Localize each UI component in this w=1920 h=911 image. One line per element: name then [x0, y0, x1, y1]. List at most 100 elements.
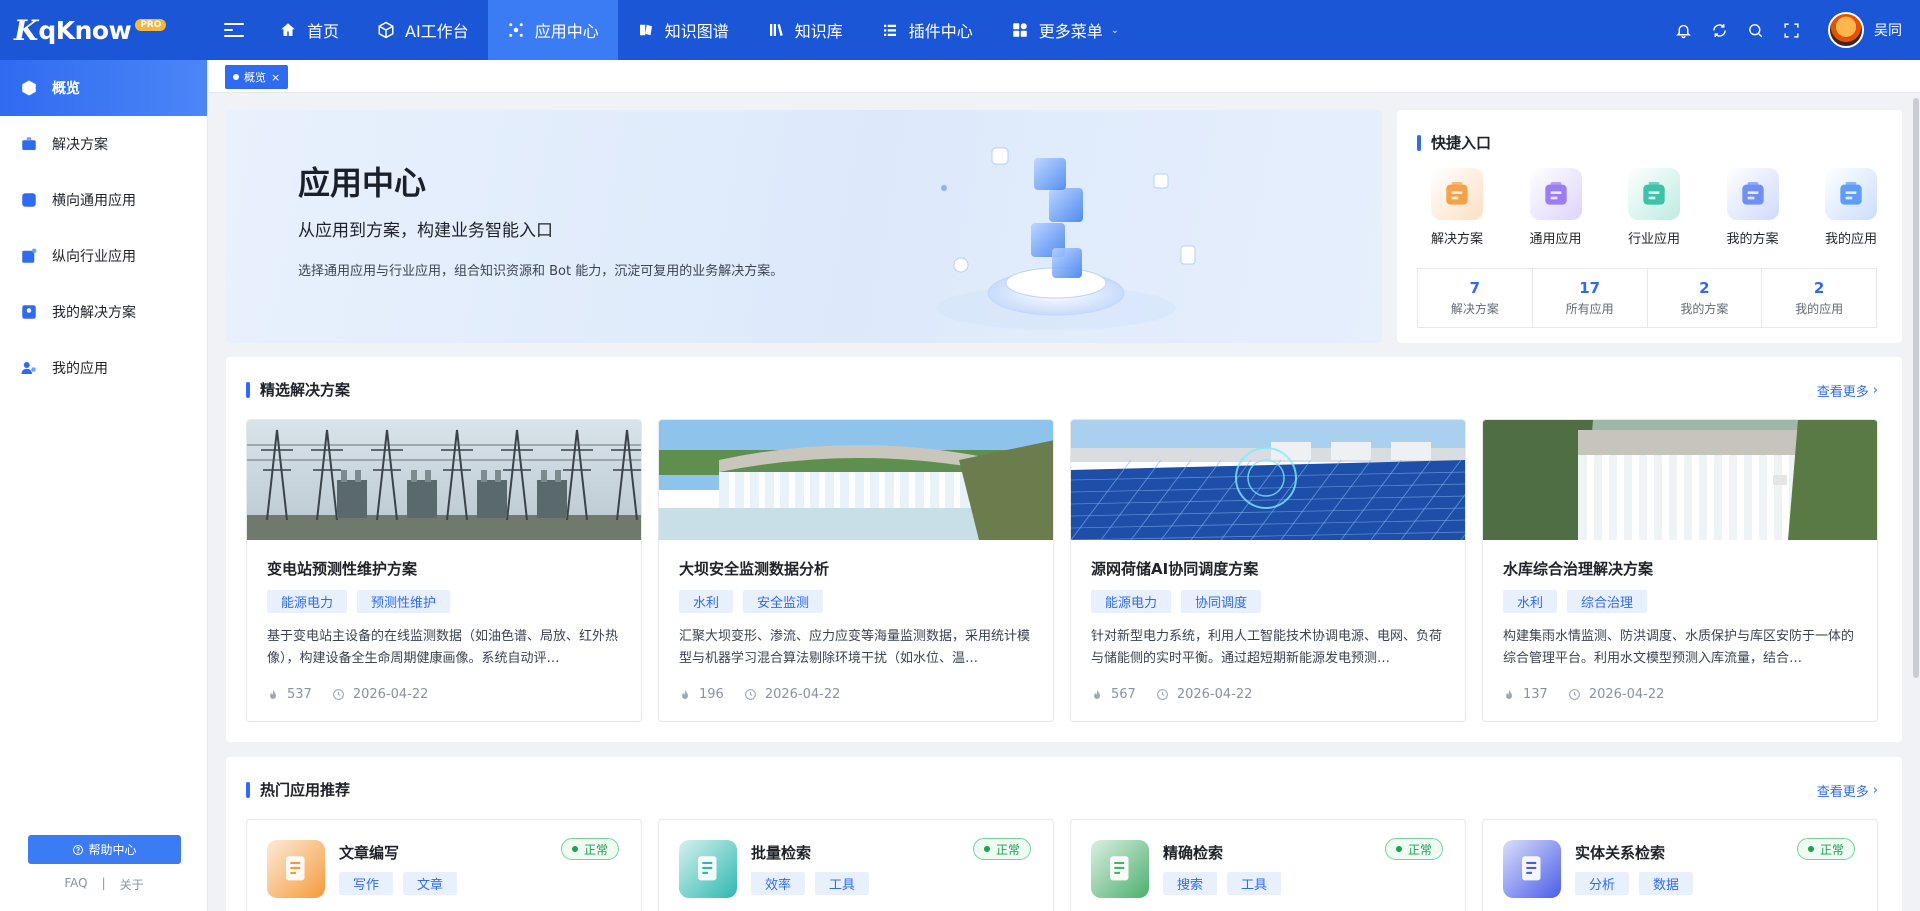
my-solution-icon	[20, 303, 38, 321]
quick-stat-0[interactable]: 7 解决方案	[1418, 269, 1533, 327]
solution-meta: 537 2026-04-22	[267, 687, 428, 702]
more-link-text: 查看更多	[1816, 385, 1869, 400]
app-name: 精确检索	[1163, 844, 1224, 862]
link-separator: |	[101, 876, 106, 890]
sidebar-item-5[interactable]: 我的应用	[0, 340, 207, 396]
sidebar-item-0[interactable]: 概览	[0, 60, 207, 116]
tag[interactable]: 效率	[751, 872, 806, 895]
stat-label: 所有应用	[1565, 302, 1614, 316]
sidebar-item-4[interactable]: 我的解决方案	[0, 284, 207, 340]
tag[interactable]: 预测性维护	[357, 590, 451, 613]
tab-overview[interactable]: 概览 ×	[225, 65, 289, 89]
apps-icon	[20, 191, 38, 209]
tag[interactable]: 综合治理	[1567, 590, 1648, 613]
tag[interactable]: 写作	[339, 872, 394, 895]
home-icon	[279, 21, 297, 39]
solution-card[interactable]: 水库综合治理解决方案 水利 综合治理 构建集雨水情监测、防洪调度、水质保护与库区安…	[1482, 419, 1878, 722]
avatar[interactable]	[1828, 12, 1864, 48]
quick-stats: 7 解决方案 17 所有应用 2 我的方案 2 我的应用	[1417, 268, 1877, 328]
username[interactable]: 吴同	[1874, 20, 1902, 40]
refresh-icon[interactable]	[1710, 21, 1728, 39]
tag[interactable]: 能源电力	[1091, 590, 1172, 613]
stat-value: 7	[1469, 279, 1481, 297]
app-card[interactable]: 文章编写 写作 文章 正常	[246, 819, 642, 911]
nav-item-2[interactable]: 应用中心	[487, 0, 618, 60]
tag[interactable]: 工具	[1227, 872, 1282, 895]
tag[interactable]: 分析	[1575, 872, 1630, 895]
featured-title-text: 精选解决方案	[260, 381, 351, 399]
tag[interactable]: 水利	[1503, 590, 1558, 613]
more-link-text: 查看更多	[1816, 785, 1869, 800]
status-dot	[571, 846, 578, 852]
solution-meta: 567 2026-04-22	[1091, 687, 1252, 702]
app-logo[interactable]: K qKnow PRO	[0, 0, 200, 60]
app-card[interactable]: 批量检索 效率 工具 正常	[658, 819, 1054, 911]
batch-search-icon	[679, 840, 737, 898]
status-label: 正常	[1407, 842, 1432, 857]
nav-item-1[interactable]: AI工作台	[358, 0, 488, 60]
stat-label: 解决方案	[1450, 302, 1499, 316]
bell-icon[interactable]	[1674, 21, 1692, 39]
status-label: 正常	[1819, 842, 1844, 857]
quick-entry-4[interactable]: 我的应用	[1803, 168, 1899, 247]
solution-card[interactable]: 变电站预测性维护方案 能源电力 预测性维护 基于变电站主设备的在线监测数据（如油色…	[246, 419, 642, 722]
solution-card[interactable]: 大坝安全监测数据分析 水利 安全监测 汇聚大坝变形、渗流、应力应变等海量监测数据，…	[658, 419, 1054, 722]
quick-entry-3[interactable]: 我的方案	[1705, 168, 1801, 247]
tag[interactable]: 工具	[815, 872, 870, 895]
nav-item-5[interactable]: 插件中心	[862, 0, 992, 60]
nav-item-label: AI工作台	[405, 22, 469, 41]
scrollbar-thumb[interactable]	[1913, 98, 1919, 678]
tag[interactable]: 水利	[679, 590, 734, 613]
title-accent-bar	[246, 381, 250, 398]
hot-apps-more-link[interactable]: 查看更多 ›	[1817, 781, 1878, 800]
nav-item-3[interactable]: 知识图谱	[618, 0, 748, 60]
nav-item-label: 知识图谱	[664, 22, 729, 41]
about-link[interactable]: 关于	[120, 876, 144, 893]
tag-list: 分析 数据	[1575, 872, 1694, 895]
quick-stat-2[interactable]: 2 我的方案	[1648, 269, 1763, 327]
solution-description: 基于变电站主设备的在线监测数据（如油色谱、局放、红外热像），构建设备全生命周期健…	[267, 629, 619, 666]
fire-icon	[1091, 689, 1103, 701]
quick-entry-1[interactable]: 通用应用	[1508, 168, 1604, 247]
menu-toggle-icon[interactable]	[224, 20, 244, 40]
sidebar-item-2[interactable]: 横向通用应用	[0, 172, 207, 228]
app-card[interactable]: 实体关系检索 分析 数据 正常	[1482, 819, 1878, 911]
close-icon[interactable]: ×	[271, 71, 280, 84]
quick-entry-label: 行业应用	[1627, 232, 1680, 247]
tag[interactable]: 协同调度	[1181, 590, 1262, 613]
tag[interactable]: 数据	[1639, 872, 1694, 895]
tag[interactable]: 搜索	[1163, 872, 1218, 895]
featured-more-link[interactable]: 查看更多 ›	[1817, 381, 1878, 400]
tag[interactable]: 安全监测	[743, 590, 824, 613]
tag-list: 水利 综合治理	[1503, 590, 1648, 613]
quick-entry-2[interactable]: 行业应用	[1606, 168, 1702, 247]
nav-item-0[interactable]: 首页	[260, 0, 358, 60]
sidebar-item-1[interactable]: 解决方案	[0, 116, 207, 172]
entity-relation-icon	[1503, 840, 1561, 898]
help-center-button[interactable]: 帮助中心	[28, 835, 181, 864]
fire-icon	[1503, 689, 1515, 701]
quick-stat-1[interactable]: 17 所有应用	[1533, 269, 1648, 327]
quick-entry-title-text: 快捷入口	[1431, 134, 1492, 152]
fire-icon	[679, 689, 691, 701]
stat-value: 2	[1813, 279, 1825, 297]
main-content: 应用中心 从应用到方案，构建业务智能入口 选择通用应用与行业应用，组合知识资源和…	[209, 93, 1920, 911]
tag[interactable]: 文章	[403, 872, 458, 895]
tag[interactable]: 能源电力	[267, 590, 348, 613]
sidebar-item-3[interactable]: 纵向行业应用	[0, 228, 207, 284]
nav-item-6[interactable]: 更多菜单 ⌄	[992, 0, 1138, 60]
fullscreen-icon[interactable]	[1782, 21, 1800, 39]
app-name: 实体关系检索	[1575, 844, 1666, 862]
app-card[interactable]: 精确检索 搜索 工具 正常	[1070, 819, 1466, 911]
faq-link[interactable]: FAQ	[64, 876, 87, 893]
quick-entry-0[interactable]: 解决方案	[1409, 168, 1505, 247]
solution-card[interactable]: 源网荷储AI协同调度方案 能源电力 协同调度 针对新型电力系统，利用人工智能技术协…	[1070, 419, 1466, 722]
nav-item-label: 首页	[307, 22, 340, 41]
hot-apps-title-text: 热门应用推荐	[260, 781, 351, 799]
stat-value: 2	[1699, 279, 1710, 297]
quick-stat-3[interactable]: 2 我的应用	[1762, 269, 1876, 327]
graph-icon	[637, 21, 655, 39]
search-icon[interactable]	[1746, 21, 1764, 39]
nav-item-4[interactable]: 知识库	[748, 0, 862, 60]
hot-apps-panel: 热门应用推荐 查看更多 › 文章编写 写作 文章 正常 批量检索 效率 工具 正常 …	[226, 757, 1902, 911]
